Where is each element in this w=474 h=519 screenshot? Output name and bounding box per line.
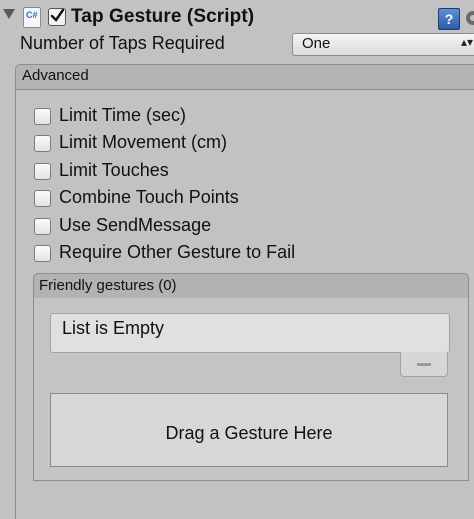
limit-movement-checkbox[interactable]: [34, 135, 51, 152]
limit-touches-checkbox[interactable]: [34, 163, 51, 180]
component-header: C# Tap Gesture (Script) ?: [0, 0, 474, 34]
dropdown-arrows-icon: ▴▾: [461, 35, 474, 49]
limit-time-label: Limit Time (sec): [59, 105, 187, 125]
use-sendmessage-checkbox[interactable]: [34, 218, 51, 235]
component-title: Tap Gesture (Script): [71, 6, 255, 27]
remove-item-button[interactable]: [400, 352, 448, 377]
component-enabled-checkbox[interactable]: [48, 8, 66, 26]
limit-movement-label: Limit Movement (cm): [59, 132, 228, 152]
friendly-gestures-label: Friendly gestures (0): [39, 277, 177, 294]
drop-zone-label: Drag a Gesture Here: [165, 423, 333, 443]
advanced-label: Advanced: [22, 67, 89, 84]
checkmark-icon: [50, 9, 64, 22]
foldout-arrow-icon[interactable]: [3, 9, 15, 19]
list-empty-label: List is Empty: [62, 318, 165, 338]
gesture-drop-zone[interactable]: Drag a Gesture Here: [50, 393, 448, 467]
help-book-icon[interactable]: ?: [438, 8, 460, 30]
taps-required-label: Number of Taps Required: [20, 33, 225, 53]
gear-icon[interactable]: [462, 7, 474, 29]
combine-touch-points-checkbox[interactable]: [34, 190, 51, 207]
limit-touches-label: Limit Touches: [59, 160, 169, 180]
taps-required-dropdown[interactable]: One ▴▾: [292, 33, 474, 56]
csharp-script-icon: C#: [23, 7, 41, 28]
taps-required-value: One: [302, 35, 331, 52]
use-sendmessage-label: Use SendMessage: [59, 215, 212, 235]
require-other-gesture-checkbox[interactable]: [34, 245, 51, 262]
limit-time-checkbox[interactable]: [34, 108, 51, 125]
combine-touch-points-label: Combine Touch Points: [59, 187, 239, 207]
require-other-gesture-label: Require Other Gesture to Fail: [59, 242, 296, 262]
minus-icon: [417, 363, 431, 366]
